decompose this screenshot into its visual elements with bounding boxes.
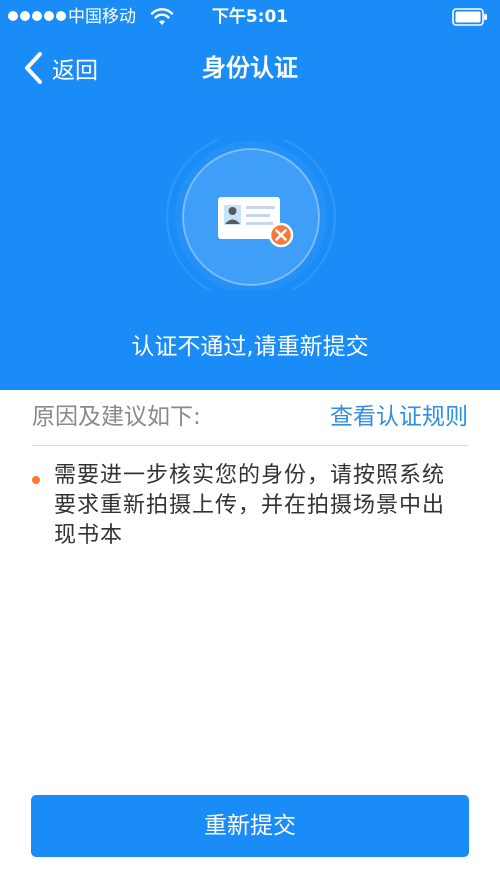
reason-item: 需要进一步核实您的身份，请按照系统要求重新拍摄上传，并在拍摄场景中出现书本 xyxy=(32,461,462,551)
reason-header: 原因及建议如下: 查看认证规则 xyxy=(32,390,468,446)
battery-icon xyxy=(452,8,487,26)
reason-text: 需要进一步核实您的身份，请按照系统要求重新拍摄上传，并在拍摄场景中出现书本 xyxy=(54,463,446,548)
clock: 下午5:01 xyxy=(211,7,289,27)
back-button[interactable]: 返回 xyxy=(22,48,98,88)
identity-verification-screen: 中国移动 下午5:01 返回 身份认证 认证不通过,请重新提交 原因及建议如下:… xyxy=(0,0,500,888)
verification-status-message: 认证不通过,请重新提交 xyxy=(131,334,369,360)
bullet-dot-icon xyxy=(32,476,40,484)
status-bar: 中国移动 下午5:01 xyxy=(0,0,500,34)
reason-title: 原因及建议如下: xyxy=(32,404,201,430)
chevron-left-icon xyxy=(25,52,42,84)
id-card-rejected-icon xyxy=(166,140,336,290)
header-panel: 中国移动 下午5:01 返回 身份认证 认证不通过,请重新提交 xyxy=(0,0,500,390)
resubmit-button[interactable]: 重新提交 xyxy=(31,795,469,857)
back-label: 返回 xyxy=(52,58,98,84)
view-rules-link[interactable]: 查看认证规则 xyxy=(330,402,468,432)
